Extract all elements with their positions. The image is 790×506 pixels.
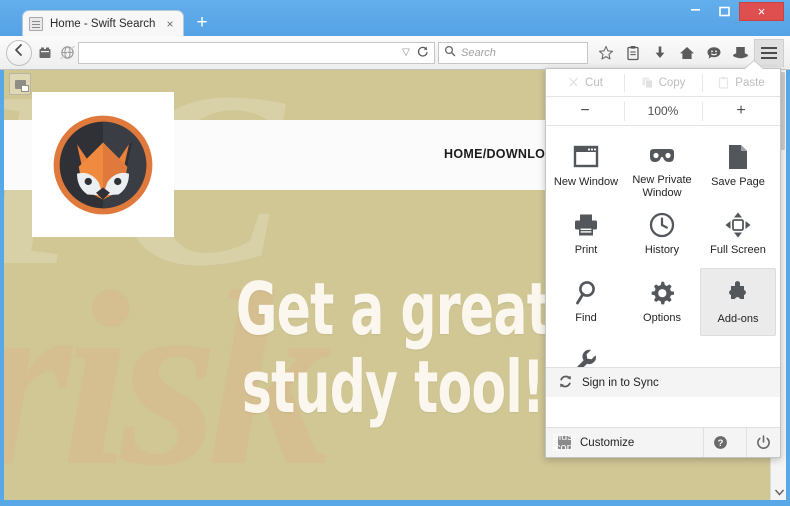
browser-tab[interactable]: Home - Swift Search × — [22, 10, 184, 36]
headline-line-2: study tool! — [241, 345, 545, 429]
window-controls: × — [681, 2, 784, 21]
menu-pointer — [745, 61, 763, 69]
menu-item-label: Full Screen — [710, 244, 766, 256]
fullscreen-icon — [725, 210, 751, 240]
zoom-controls-row: − 100% + — [546, 97, 780, 126]
menu-item-save-page[interactable]: Save Page — [700, 132, 776, 200]
menu-item-print[interactable]: Print — [548, 200, 624, 268]
browser-window: × Home - Swift Search × + ▽ Search risk … — [0, 0, 790, 506]
sync-icon — [558, 374, 573, 392]
cut-button[interactable]: Cut — [546, 69, 624, 96]
plus-icon: + — [736, 102, 746, 119]
help-button[interactable]: ? — [703, 428, 737, 457]
navigation-toolbar: ▽ Search — [0, 36, 790, 70]
customize-label[interactable]: Customize — [580, 437, 634, 449]
chevron-down-icon[interactable]: ▽ — [398, 47, 414, 58]
star-icon[interactable] — [592, 40, 619, 66]
plus-icon[interactable]: plus-icon — [553, 431, 577, 453]
menu-item-label: New Window — [553, 176, 619, 188]
puzzle-icon — [725, 279, 751, 309]
media-icon[interactable] — [9, 73, 31, 95]
menu-item-label: Options — [643, 312, 681, 324]
printer-icon — [573, 210, 599, 240]
minus-icon: − — [580, 102, 590, 119]
sign-in-to-sync-button[interactable]: Sign in to Sync — [546, 367, 780, 397]
menu-item-new-window[interactable]: New Window — [548, 132, 624, 200]
power-icon — [757, 435, 770, 449]
menu-item-new-private-window[interactable]: New Private Window — [624, 132, 700, 200]
menu-item-add-ons[interactable]: Add-ons — [700, 268, 776, 336]
close-button[interactable]: × — [739, 2, 784, 21]
new-tab-button[interactable]: + — [192, 13, 212, 33]
hamburger-icon — [761, 52, 777, 54]
page-icon — [727, 142, 749, 172]
clipboard-icon — [719, 76, 729, 89]
chat-icon[interactable] — [700, 40, 727, 66]
headline-line-1: Get a great — [235, 267, 551, 351]
window-icon — [573, 142, 599, 172]
globe-icon[interactable] — [56, 41, 78, 65]
site-nav-links[interactable]: HOME/DOWNLOA — [444, 147, 555, 161]
home-icon[interactable] — [673, 40, 700, 66]
menu-item-label: New Private Window — [632, 174, 692, 199]
paste-label: Paste — [735, 76, 765, 89]
search-bar[interactable]: Search — [438, 41, 588, 64]
minimize-button[interactable] — [681, 2, 710, 21]
menu-item-label: Add-ons — [717, 313, 759, 325]
zoom-out-button[interactable]: − — [546, 97, 624, 125]
reader-icon[interactable] — [619, 40, 646, 66]
edit-commands-row: Cut Copy Paste — [546, 69, 780, 97]
menu-item-label: History — [644, 244, 680, 256]
copy-icon — [642, 77, 653, 89]
document-icon — [29, 16, 43, 31]
menu-items-grid: New Window New Private Window Save Page … — [546, 126, 780, 406]
download-icon[interactable] — [646, 40, 673, 66]
sync-label: Sign in to Sync — [582, 376, 659, 389]
back-arrow-icon — [12, 43, 26, 62]
clock-icon — [649, 210, 675, 240]
customize-row: plus-icon Customize ? — [546, 427, 780, 457]
back-button[interactable] — [6, 39, 32, 66]
zoom-in-button[interactable]: + — [702, 97, 780, 125]
help-icon: ? — [714, 436, 727, 449]
search-input[interactable]: Search — [461, 47, 496, 59]
cut-label: Cut — [585, 76, 603, 89]
maximize-button[interactable] — [710, 2, 739, 21]
paste-button[interactable]: Paste — [702, 69, 780, 96]
menu-item-label: Save Page — [711, 176, 765, 188]
menu-item-label: Print — [574, 244, 598, 256]
bookmarks-icon[interactable] — [34, 41, 56, 65]
scissors-icon — [569, 77, 579, 87]
menu-item-find[interactable]: Find — [548, 268, 624, 336]
tab-title: Home - Swift Search — [50, 17, 156, 30]
search-icon — [444, 44, 456, 62]
menu-item-full-screen[interactable]: Full Screen — [700, 200, 776, 268]
svg-text:?: ? — [718, 438, 724, 449]
close-icon: × — [757, 4, 766, 19]
close-icon[interactable]: × — [163, 18, 177, 30]
copy-button[interactable]: Copy — [624, 69, 702, 96]
menu-item-options[interactable]: Options — [624, 268, 700, 336]
site-logo — [32, 92, 174, 237]
address-bar[interactable]: ▽ — [78, 41, 435, 64]
menu-item-history[interactable]: History — [624, 200, 700, 268]
quit-button[interactable] — [746, 428, 780, 457]
fox-logo — [53, 115, 153, 214]
browser-menu-panel: Cut Copy Paste − 100% + New Window New P… — [545, 61, 781, 458]
scroll-down-icon[interactable] — [771, 484, 787, 500]
copy-label: Copy — [658, 76, 686, 89]
reload-icon[interactable] — [414, 45, 430, 61]
menu-item-label: Find — [575, 312, 597, 324]
mask-icon — [648, 142, 676, 170]
magnifier-icon — [574, 278, 598, 308]
tab-strip: Home - Swift Search × + — [0, 10, 560, 36]
zoom-level[interactable]: 100% — [624, 97, 702, 125]
gear-icon — [649, 278, 675, 308]
